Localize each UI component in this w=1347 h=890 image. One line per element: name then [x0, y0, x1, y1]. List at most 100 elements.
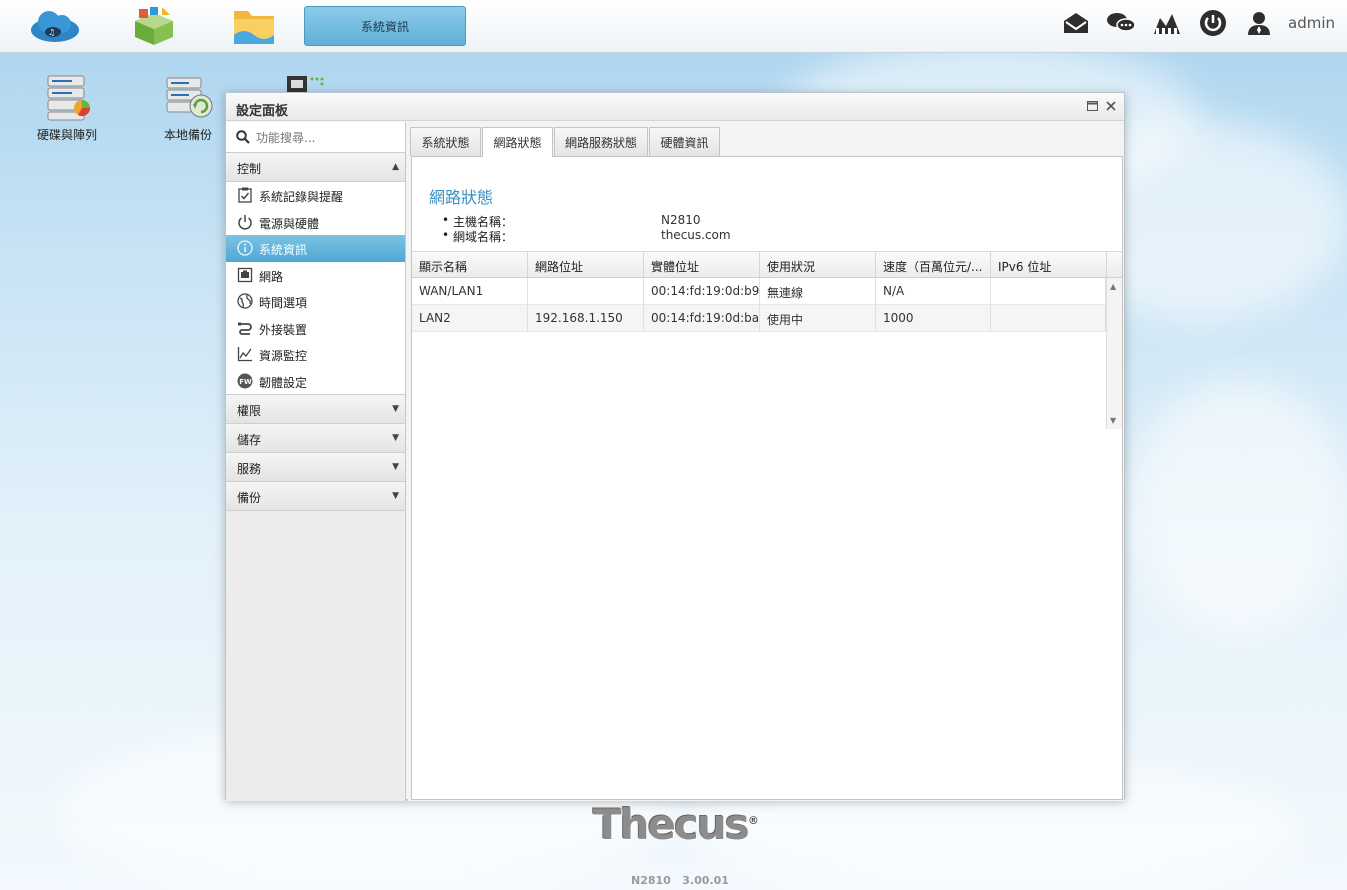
taskbar-tab-label: 系統資訊	[360, 19, 409, 34]
control-items: 系統記錄與提醒 電源與硬體 系統資訊 網路 時間選項 外接裝置 資源監控 FW …	[226, 182, 405, 395]
close-button[interactable]	[1103, 98, 1119, 114]
bullet-icon: •	[442, 213, 450, 227]
sidebar-item-label: 網路	[259, 269, 284, 284]
sidebar-item-firmware[interactable]: FW 韌體設定	[226, 367, 405, 394]
tab-hardware-info[interactable]: 硬體資訊	[649, 127, 720, 156]
sidebar-item-label: 資源監控	[259, 349, 308, 363]
network-status-panel: 網路狀態 • 主機名稱： N2810 • 網域名稱： thecus.com 顯示…	[411, 156, 1123, 800]
window-title: 設定面板	[236, 104, 289, 119]
network-icon[interactable]	[1151, 8, 1183, 38]
tab-system-status[interactable]: 系統狀態	[410, 127, 481, 156]
panel-title: 網路狀態	[429, 188, 494, 207]
brand-logo: Thecus®	[593, 800, 759, 849]
power-icon[interactable]	[1197, 8, 1229, 38]
sidebar-item-label: 外接裝置	[259, 322, 308, 337]
sidebar-item-label: 時間選項	[259, 296, 308, 310]
info-icon	[237, 240, 253, 256]
function-search-input[interactable]	[256, 128, 396, 148]
globe-icon	[237, 293, 253, 309]
tab-network-service-status[interactable]: 網路服務狀態	[554, 127, 648, 156]
scroll-up-icon[interactable]: ▲	[1110, 282, 1116, 291]
section-label: 控制	[237, 162, 262, 176]
domain-name-value: thecus.com	[661, 228, 731, 242]
mail-icon[interactable]	[1060, 8, 1092, 38]
column-header[interactable]: 顯示名稱	[412, 252, 528, 279]
tab-label: 硬體資訊	[660, 135, 709, 150]
sidebar-item-power-hardware[interactable]: 電源與硬體	[226, 208, 405, 235]
chevron-down-icon: ▼	[392, 433, 399, 443]
sidebar-item-external-devices[interactable]: 外接裝置	[226, 314, 405, 341]
table-cell	[528, 278, 644, 305]
bullet-icon: •	[442, 228, 450, 242]
registered-mark: ®	[747, 814, 759, 827]
svg-text:♫: ♫	[48, 28, 55, 37]
desktop-icon-disk-raid[interactable]: 硬碟與陣列	[27, 74, 107, 143]
chat-icon[interactable]	[1105, 8, 1137, 38]
sidebar-item-system-info[interactable]: 系統資訊	[226, 235, 405, 262]
desktop-icon-label: 本地備份	[163, 128, 212, 142]
app-center-icon[interactable]	[127, 4, 181, 48]
table-row[interactable]: LAN2 192.168.1.150 00:14:fd:19:0d:ba 使用中…	[412, 305, 1106, 332]
column-header[interactable]: 速度（百萬位元/...	[876, 252, 991, 279]
username-label[interactable]: admin	[1288, 14, 1335, 32]
chart-icon	[237, 347, 252, 362]
user-icon[interactable]	[1243, 8, 1275, 38]
sidebar-item-logs-notifications[interactable]: 系統記錄與提醒	[226, 182, 405, 209]
table-cell: 00:14:fd:19:0d:b9	[644, 278, 760, 305]
sidebar-item-label: 韌體設定	[259, 375, 308, 390]
section-services[interactable]: 服務 ▼	[226, 453, 405, 482]
disk-raid-icon	[42, 74, 92, 122]
section-backup[interactable]: 備份 ▼	[226, 482, 405, 511]
desktop-icon-partial[interactable]	[285, 74, 329, 92]
maximize-button[interactable]	[1084, 98, 1100, 114]
brand-logo-text: Thecus	[593, 800, 750, 849]
table-row[interactable]: WAN/LAN1 00:14:fd:19:0d:b9 無連線 N/A	[412, 278, 1106, 305]
section-label: 儲存	[237, 433, 262, 447]
version-label: N2810 3.00.01	[631, 874, 729, 887]
table-cell: 使用中	[760, 305, 876, 332]
section-label: 權限	[237, 404, 262, 418]
scroll-down-icon[interactable]: ▼	[1110, 416, 1116, 425]
table-cell	[991, 305, 1106, 332]
local-backup-icon	[163, 74, 213, 122]
window-titlebar[interactable]: 設定面板	[226, 93, 1124, 121]
table-cell: 無連線	[760, 278, 876, 305]
column-header[interactable]: IPv6 位址	[991, 252, 1107, 279]
network-interfaces-table: 顯示名稱 網路位址 實體位址 使用狀況 速度（百萬位元/... IPv6 位址 …	[412, 251, 1122, 429]
column-header[interactable]: 使用狀況	[760, 252, 876, 279]
sidebar-item-label: 系統資訊	[259, 243, 308, 257]
sidebar-item-label: 系統記錄與提醒	[259, 190, 344, 204]
content-area: 系統狀態 網路狀態 網路服務狀態 硬體資訊 網路狀態 • 主機名稱： N2810…	[408, 122, 1124, 801]
sidebar: 控制 ▲ 系統記錄與提醒 電源與硬體	[226, 122, 406, 801]
svg-text:FW: FW	[239, 378, 252, 386]
table-header: 顯示名稱 網路位址 實體位址 使用狀況 速度（百萬位元/... IPv6 位址	[412, 251, 1122, 279]
table-cell: N/A	[876, 278, 991, 305]
file-manager-icon[interactable]	[227, 4, 281, 48]
tab-label: 網路狀態	[493, 136, 542, 150]
network-device-icon	[287, 76, 324, 92]
sidebar-item-time-options[interactable]: 時間選項	[226, 288, 405, 315]
chevron-up-icon: ▲	[392, 162, 399, 172]
ethernet-icon	[237, 267, 253, 282]
chevron-down-icon: ▼	[392, 462, 399, 472]
sidebar-item-label: 電源與硬體	[259, 216, 320, 231]
tab-network-status[interactable]: 網路狀態	[482, 127, 553, 157]
table-cell: WAN/LAN1	[412, 278, 528, 305]
table-cell: LAN2	[412, 305, 528, 332]
section-label: 備份	[237, 491, 262, 505]
clipboard-check-icon	[238, 187, 252, 203]
cloud-icon[interactable]: ♫	[28, 4, 82, 48]
section-storage[interactable]: 儲存 ▼	[226, 424, 405, 453]
sidebar-item-network[interactable]: 網路	[226, 261, 405, 288]
usb-icon	[238, 322, 252, 335]
power-icon	[238, 214, 252, 230]
column-header[interactable]: 實體位址	[644, 252, 760, 279]
taskbar-tab-system-info[interactable]: 系統資訊	[304, 6, 466, 46]
sidebar-item-resource-monitor[interactable]: 資源監控	[226, 341, 405, 368]
section-control[interactable]: 控制 ▲	[226, 153, 405, 182]
desktop-icon-local-backup[interactable]: 本地備份	[148, 74, 228, 143]
section-permissions[interactable]: 權限 ▼	[226, 395, 405, 424]
taskbar: ♫ 系統資訊 admin	[0, 0, 1347, 53]
table-scrollbar[interactable]: ▲ ▼	[1106, 278, 1122, 429]
column-header[interactable]: 網路位址	[528, 252, 644, 279]
